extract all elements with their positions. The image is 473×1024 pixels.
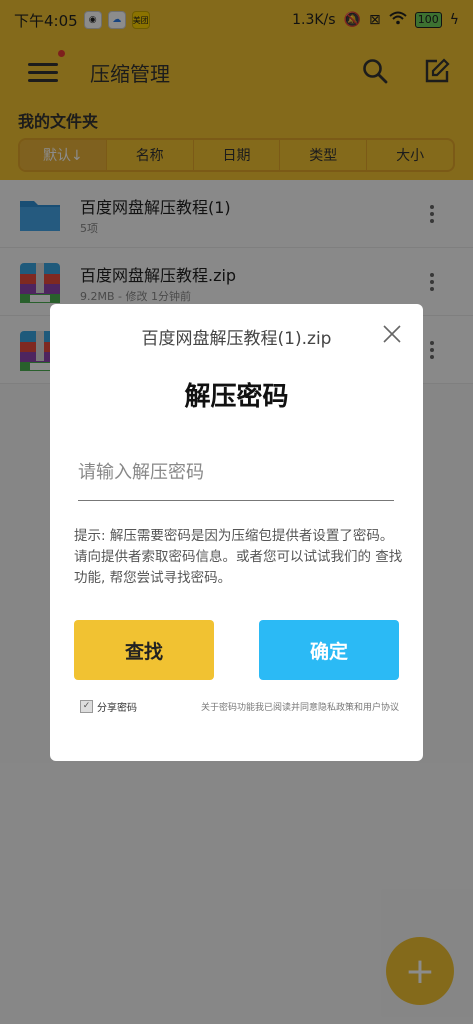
share-checkbox[interactable]: ✓ xyxy=(80,700,93,713)
share-password-option[interactable]: ✓ 分享密码 xyxy=(80,699,137,714)
dialog-file-name: 百度网盘解压教程(1).zip xyxy=(141,329,332,349)
password-dialog: 百度网盘解压教程(1).zip 解压密码 提示: 解压需要密码是因为压缩包提供者… xyxy=(50,304,423,761)
find-button[interactable]: 查找 xyxy=(74,620,214,680)
confirm-button[interactable]: 确定 xyxy=(259,620,399,680)
hint-text: 提示: 解压需要密码是因为压缩包提供者设置了密码。请向提供者索取密码信息。或者您… xyxy=(74,528,403,586)
password-input[interactable] xyxy=(78,444,394,501)
policy-text[interactable]: 关于密码功能我已阅读并同意隐私政策和用户协议 xyxy=(201,700,399,713)
share-label: 分享密码 xyxy=(97,703,137,714)
dialog-title: 解压密码 xyxy=(184,382,289,412)
close-icon[interactable] xyxy=(382,324,402,344)
